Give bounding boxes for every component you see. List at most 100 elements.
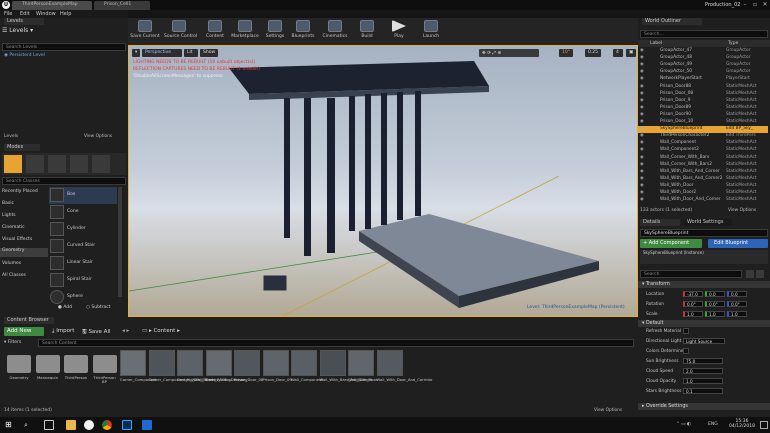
asset-item[interactable]: Wall_With_Bars_And_Corner bbox=[319, 350, 372, 400]
geometry-mode-icon[interactable] bbox=[92, 155, 110, 173]
folder-item[interactable]: Mannequin bbox=[35, 350, 61, 400]
scale-x[interactable]: 1.0 bbox=[683, 311, 703, 317]
edit-blueprint-button[interactable]: Edit Blueprint bbox=[708, 239, 768, 248]
outliner-search-input[interactable]: Search... bbox=[640, 30, 768, 38]
level-item-persistent[interactable]: ◉ Persistent Level bbox=[4, 53, 126, 59]
scale-z[interactable]: 1.0 bbox=[727, 311, 747, 317]
category-recently-placed[interactable]: Recently Placed bbox=[2, 189, 38, 194]
search-icon[interactable]: ⌕ bbox=[24, 420, 34, 430]
category-basic[interactable]: Basic bbox=[2, 201, 14, 206]
snap-angle[interactable]: 10° bbox=[559, 49, 573, 57]
rotation-x[interactable]: 0.0° bbox=[683, 301, 703, 307]
asset-item[interactable]: Prison_Door_09 bbox=[262, 350, 292, 400]
outliner-row[interactable]: ◉ NetworkPlayerStart PlayerStart bbox=[638, 76, 768, 83]
asset-item[interactable]: Wall_With_Door_And_Corridor bbox=[376, 350, 433, 400]
unreal-engine-icon[interactable] bbox=[84, 420, 94, 430]
outliner-row[interactable]: ◉ Wall_Corner_With_Bars StaticMeshAct bbox=[638, 155, 768, 162]
outliner-row[interactable]: ◉ Prison_Door_9 StaticMeshAct bbox=[638, 98, 768, 105]
visibility-eye-icon[interactable]: ◉ bbox=[640, 176, 644, 181]
launch-button[interactable]: Launch bbox=[416, 20, 446, 44]
outliner-row[interactable]: ◉ Prison_Door_08 StaticMeshAct bbox=[638, 91, 768, 98]
levels-search-input[interactable]: Search Levels bbox=[2, 43, 126, 51]
place-item-box[interactable]: Box bbox=[49, 187, 117, 204]
save-all-button[interactable]: 🖫 Save All bbox=[82, 328, 111, 337]
folder-item[interactable]: ThirdPerson BP bbox=[92, 350, 118, 400]
visibility-eye-icon[interactable]: ◉ bbox=[640, 91, 644, 96]
language-indicator[interactable]: ENG bbox=[708, 422, 718, 427]
folder-item[interactable]: Geometry bbox=[6, 350, 32, 400]
outliner-row[interactable]: ◉ Prison_Door_10 StaticMeshAct bbox=[638, 119, 768, 126]
outliner-row[interactable]: ◉ Prison_Door89 StaticMeshAct bbox=[638, 105, 768, 112]
default-prop-value[interactable]: 75.0 bbox=[683, 358, 723, 364]
level-viewport[interactable]: ▾ Perspective Lit Show LIGHTING NEEDS TO… bbox=[128, 45, 638, 317]
location-label[interactable]: Location bbox=[646, 292, 664, 297]
visibility-eye-icon[interactable]: ◉ bbox=[640, 169, 644, 174]
photoshop-icon[interactable] bbox=[122, 420, 132, 430]
col-label[interactable]: Label bbox=[650, 41, 662, 46]
file-explorer-icon[interactable] bbox=[66, 420, 76, 430]
foliage-mode-icon[interactable] bbox=[70, 155, 88, 173]
outliner-view-options[interactable]: View Options bbox=[728, 208, 756, 213]
system-tray-icons[interactable]: ⌃ ▭ ◐ bbox=[676, 422, 691, 427]
default-prop-value[interactable]: 2.0 bbox=[683, 368, 723, 374]
modes-scrollbar[interactable] bbox=[118, 187, 122, 297]
snap-scale[interactable]: 0.25 bbox=[585, 49, 601, 57]
show-button[interactable]: Show bbox=[200, 49, 218, 57]
filters-button[interactable]: ▾ Filters bbox=[4, 340, 21, 345]
scale-y[interactable]: 1.0 bbox=[705, 311, 725, 317]
outliner-row[interactable]: ◉ Prison_Door88 StaticMeshAct bbox=[638, 84, 768, 91]
asset-item[interactable]: Wall_Component bbox=[291, 350, 323, 400]
maximize-viewport-icon[interactable]: ▣ bbox=[626, 49, 636, 57]
play-button[interactable]: Play bbox=[384, 20, 414, 44]
place-mode-icon[interactable] bbox=[4, 155, 22, 173]
content-view-options[interactable]: View Options bbox=[594, 408, 622, 413]
camera-speed[interactable]: 4 bbox=[613, 49, 623, 57]
default-section-header[interactable]: ▾ Default bbox=[638, 320, 770, 327]
category-cinematic[interactable]: Cinematic bbox=[2, 225, 25, 230]
outliner-row[interactable]: ◉ Wall_With_Door StaticMeshAct bbox=[638, 183, 768, 190]
category-visual-effects[interactable]: Visual Effects bbox=[2, 237, 32, 242]
category-all-classes[interactable]: All Classes bbox=[2, 273, 26, 278]
visibility-eye-icon[interactable]: ◉ bbox=[640, 140, 644, 145]
visibility-eye-icon[interactable]: ◉ bbox=[640, 76, 644, 81]
outliner-row[interactable]: ◉ Wall_With_Door2 StaticMeshAct bbox=[638, 190, 768, 197]
world-settings-tab[interactable]: World Settings bbox=[684, 219, 732, 226]
visibility-eye-icon[interactable]: ◉ bbox=[640, 48, 644, 53]
details-search-input[interactable]: Search bbox=[640, 270, 742, 278]
visibility-eye-icon[interactable]: ◉ bbox=[640, 69, 644, 74]
visibility-eye-icon[interactable]: ◉ bbox=[640, 133, 644, 138]
outliner-row[interactable]: ◉ GroupActor_50 GroupActor bbox=[638, 69, 768, 76]
modes-tab[interactable]: Modes bbox=[4, 144, 40, 151]
outliner-row[interactable]: ◉ SkySphereBlueprint Edit BP_Sky_ bbox=[638, 126, 768, 133]
blueprints-button[interactable]: Blueprints bbox=[288, 20, 318, 44]
default-prop-value[interactable] bbox=[683, 348, 689, 354]
folder-item[interactable]: ThirdPerson bbox=[63, 350, 89, 400]
classes-search-input[interactable]: Search Classes bbox=[2, 177, 126, 185]
default-prop-value[interactable]: 1.0 bbox=[683, 378, 723, 384]
outliner-row[interactable]: ◉ Prison_Door90 StaticMeshAct bbox=[638, 112, 768, 119]
visibility-eye-icon[interactable]: ◉ bbox=[640, 84, 644, 89]
clock[interactable]: 15:36 04/12/2018 bbox=[728, 419, 756, 429]
default-prop-value[interactable] bbox=[683, 328, 689, 334]
add-radio[interactable]: ● Add bbox=[58, 305, 72, 310]
outliner-row[interactable]: ◉ Wall_Corner_With_Bars2 StaticMeshAct bbox=[638, 162, 768, 169]
visibility-eye-icon[interactable]: ◉ bbox=[640, 62, 644, 67]
outliner-row[interactable]: ◉ ThirdPersonCharacter2 Edit ThirdPers bbox=[638, 133, 768, 140]
add-new-button[interactable]: Add New bbox=[4, 327, 44, 336]
visibility-eye-icon[interactable]: ◉ bbox=[640, 119, 644, 124]
visibility-eye-icon[interactable]: ◉ bbox=[640, 190, 644, 195]
visibility-eye-icon[interactable]: ◉ bbox=[640, 197, 644, 202]
levels-view-options[interactable]: View Options bbox=[84, 134, 112, 139]
world-outliner-tab[interactable]: World Outliner bbox=[642, 18, 702, 25]
visibility-eye-icon[interactable]: ◉ bbox=[640, 55, 644, 60]
visibility-eye-icon[interactable]: ◉ bbox=[640, 147, 644, 152]
visibility-eye-icon[interactable]: ◉ bbox=[640, 98, 644, 103]
place-item-linear-stair[interactable]: Linear Stair bbox=[49, 255, 117, 272]
viewport-menu-icon[interactable]: ▾ bbox=[132, 49, 140, 57]
outliner-row[interactable]: ◉ GroupActor_49 GroupActor bbox=[638, 62, 768, 69]
category-geometry[interactable]: Geometry bbox=[0, 248, 48, 257]
visibility-eye-icon[interactable]: ◉ bbox=[640, 155, 644, 160]
default-prop-value[interactable]: 0.1 bbox=[683, 388, 723, 394]
build-button[interactable]: Build bbox=[352, 20, 382, 44]
content-search-input[interactable]: Search Content bbox=[38, 339, 634, 347]
